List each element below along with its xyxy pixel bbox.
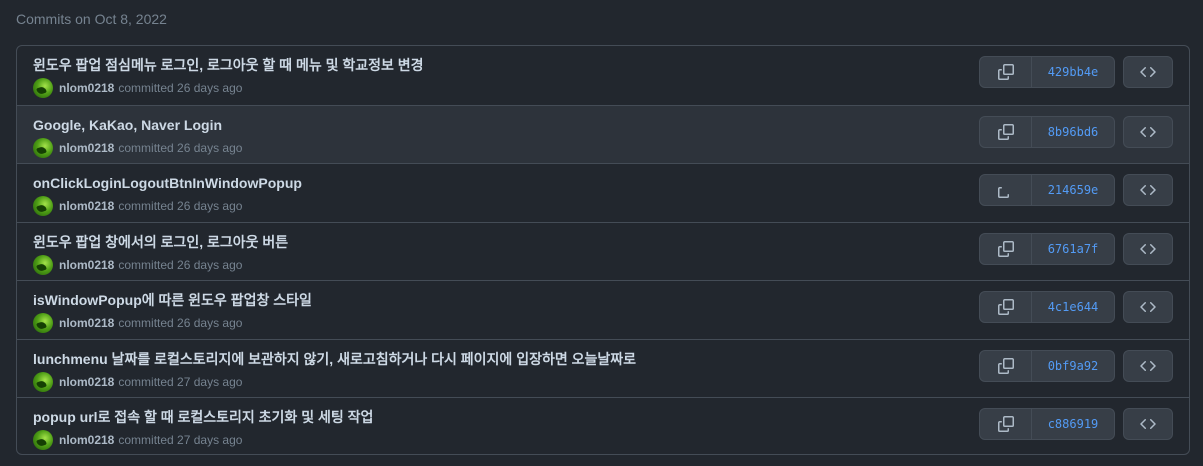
commit-author[interactable]: nlom0218 [59,199,114,213]
commit-meta: nlom0218 committed 26 days ago [33,254,243,275]
code-icon [1140,184,1156,196]
commit-author[interactable]: nlom0218 [59,375,114,389]
commit-time: committed 26 days ago [118,257,243,272]
commit-title-link[interactable]: Google, KaKao, Naver Login [33,116,222,134]
commit-sha-link[interactable]: 6761a7f [1032,234,1114,264]
commit-title-link[interactable]: popup url로 접속 할 때 로컬스토리지 초기화 및 세팅 작업 [33,408,373,426]
browse-repo-button[interactable] [1123,232,1173,265]
commit-author[interactable]: nlom0218 [59,141,114,155]
copy-sha-button[interactable] [980,409,1032,439]
commit-meta: nlom0218 committed 26 days ago [33,78,242,98]
commit-title-link[interactable]: onClickLoginLogoutBtnInWindowPopup [33,174,302,192]
commit-author[interactable]: nlom0218 [59,258,114,272]
copy-sha-button[interactable] [980,350,1032,381]
commit-sha-link[interactable]: 429bb4e [1032,57,1114,87]
copy-icon [997,357,1014,374]
copy-icon [997,416,1014,432]
browse-repo-button[interactable] [1123,349,1173,382]
commit-row: lunchmenu 날짜를 로컬스토리지에 보관하지 않기, 새로고침하거나 다… [17,338,1189,398]
avatar[interactable] [33,78,53,98]
commit-actions: c886919 [979,408,1115,440]
commit-time: committed 27 days ago [118,374,243,389]
commit-sha-link[interactable]: 8b96bd6 [1032,117,1114,147]
copy-sha-button[interactable] [980,233,1032,264]
code-icon [1140,301,1156,313]
commit-actions: 4c1e644 [979,291,1115,323]
browse-repo-button[interactable] [1123,408,1173,440]
commit-time: committed 26 days ago [118,81,243,95]
commit-actions: 6761a7f [979,232,1115,265]
commit-author[interactable]: nlom0218 [59,81,114,95]
copy-sha-button[interactable] [980,175,1032,205]
commit-meta: nlom0218 committed 26 days ago [33,313,242,333]
browse-repo-button[interactable] [1123,291,1173,323]
avatar[interactable] [33,137,53,158]
commit-actions: 214659e [979,174,1115,206]
avatar[interactable] [33,313,53,333]
avatar[interactable] [33,196,53,216]
copy-icon [997,299,1014,315]
commit-actions: 429bb4e [979,56,1115,88]
commit-row: isWindowPopup에 따른 윈도우 팝업창 스타일 nlom0218 c… [17,280,1189,339]
commit-row: 윈도우 팝업 창에서의 로그인, 로그아웃 버튼 nlom0218 commit… [17,221,1189,281]
commit-title-link[interactable]: lunchmenu 날짜를 로컬스토리지에 보관하지 않기, 새로고침하거나 다… [33,350,636,368]
copy-icon [997,64,1014,80]
browse-repo-button[interactable] [1123,115,1173,148]
code-icon [1140,243,1156,254]
commit-time: committed 26 days ago [118,316,243,330]
copy-icon [997,187,1009,198]
commit-row: popup url로 접속 할 때 로컬스토리지 초기화 및 세팅 작업 nlo… [17,397,1189,454]
commit-group-heading: Commits on Oct 8, 2022 [16,11,167,27]
code-icon [1140,360,1156,371]
copy-sha-button[interactable] [980,292,1032,322]
commit-sha-link[interactable]: 0bf9a92 [1032,351,1114,381]
commit-meta: nlom0218 committed 27 days ago [33,430,242,450]
commit-author[interactable]: nlom0218 [59,316,114,330]
commit-sha-link[interactable]: 214659e [1032,175,1114,205]
copy-icon [997,240,1014,257]
commit-list: 윈도우 팝업 점심메뉴 로그인, 로그아웃 할 때 메뉴 및 학교정보 변경 n… [16,45,1190,455]
copy-sha-button[interactable] [980,116,1032,147]
commit-row: 윈도우 팝업 점심메뉴 로그인, 로그아웃 할 때 메뉴 및 학교정보 변경 n… [17,46,1189,105]
commit-meta: nlom0218 committed 27 days ago [33,371,243,392]
copy-icon [997,123,1014,140]
commit-meta: nlom0218 committed 26 days ago [33,137,243,158]
commit-title-link[interactable]: 윈도우 팝업 창에서의 로그인, 로그아웃 버튼 [33,233,288,251]
commit-time: committed 26 days ago [118,140,243,155]
commits-page: Commits on Oct 8, 2022 윈도우 팝업 점심메뉴 로그인, … [0,0,1203,466]
avatar[interactable] [33,254,53,275]
browse-repo-button[interactable] [1123,174,1173,206]
browse-repo-button[interactable] [1123,56,1173,88]
commit-actions: 8b96bd6 [979,115,1115,148]
commit-title-link[interactable]: 윈도우 팝업 점심메뉴 로그인, 로그아웃 할 때 메뉴 및 학교정보 변경 [33,56,424,74]
commit-time: committed 27 days ago [118,433,243,447]
avatar[interactable] [33,371,53,392]
commit-sha-link[interactable]: c886919 [1032,409,1114,439]
commit-author[interactable]: nlom0218 [59,433,114,447]
copy-sha-button[interactable] [980,57,1032,87]
commit-sha-link[interactable]: 4c1e644 [1032,292,1114,322]
commit-row: Google, KaKao, Naver Login nlom0218 comm… [17,104,1189,163]
commit-time: committed 26 days ago [118,199,243,213]
code-icon [1140,418,1156,430]
code-icon [1140,126,1156,137]
commit-meta: nlom0218 committed 26 days ago [33,196,242,216]
commit-row: onClickLoginLogoutBtnInWindowPopup nlom0… [17,163,1189,222]
commit-title-link[interactable]: isWindowPopup에 따른 윈도우 팝업창 스타일 [33,291,312,309]
avatar[interactable] [33,430,53,450]
code-icon [1140,66,1156,78]
commit-actions: 0bf9a92 [979,349,1115,382]
